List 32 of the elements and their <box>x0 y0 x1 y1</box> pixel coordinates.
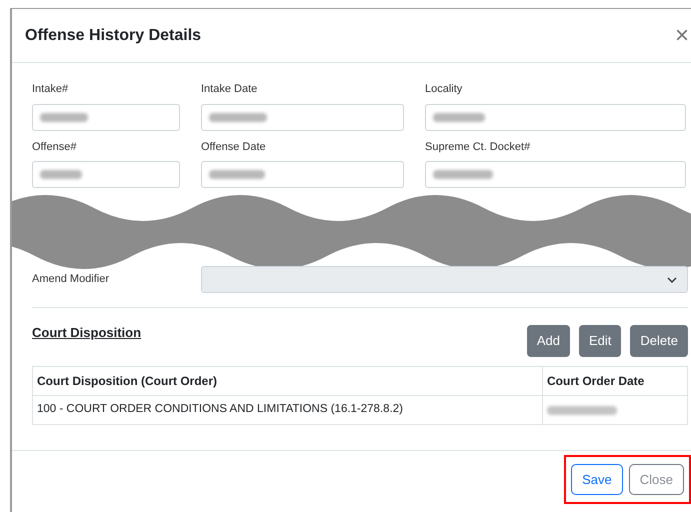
redacted-value <box>433 112 485 122</box>
close-dialog-button[interactable]: Close <box>628 464 684 495</box>
action-button[interactable]: Edit <box>579 325 622 357</box>
close-button[interactable]: × <box>674 24 689 48</box>
input-field[interactable] <box>32 104 180 130</box>
redacted-value <box>40 112 88 122</box>
column-header: Court Order Date <box>542 366 688 396</box>
redacted-value <box>209 170 265 179</box>
input-field[interactable] <box>425 104 686 130</box>
field-label: Amend Modifier <box>32 272 110 288</box>
section-title: Court Disposition <box>32 324 142 342</box>
redacted-value <box>40 170 82 179</box>
redacted-value <box>547 406 617 414</box>
field-label: Locality <box>425 82 464 97</box>
field-label: Offense Date <box>201 140 267 154</box>
table-cell: 100 - COURT ORDER CONDITIONS AND LIMITATIONS (16.1-278.8.2) <box>32 396 542 424</box>
field-label: Supreme Ct. Docket# <box>425 140 532 154</box>
save-button[interactable]: Save <box>571 464 623 495</box>
redacted-value <box>209 112 267 122</box>
input-field[interactable] <box>425 161 686 188</box>
input-field[interactable] <box>201 104 404 130</box>
input-field[interactable] <box>201 161 404 188</box>
chevron-down-icon <box>667 276 677 282</box>
action-button[interactable]: Add <box>526 325 570 357</box>
action-button[interactable]: Delete <box>630 325 688 357</box>
dialog-title: Offense History Details <box>25 26 202 46</box>
field-label: Intake Date <box>201 82 258 97</box>
field-label: Offense# <box>32 140 78 154</box>
field-label: Intake# <box>32 82 70 97</box>
redacted-value <box>433 170 493 179</box>
input-field[interactable] <box>32 161 180 188</box>
column-header: Court Disposition (Court Order) <box>32 366 542 396</box>
